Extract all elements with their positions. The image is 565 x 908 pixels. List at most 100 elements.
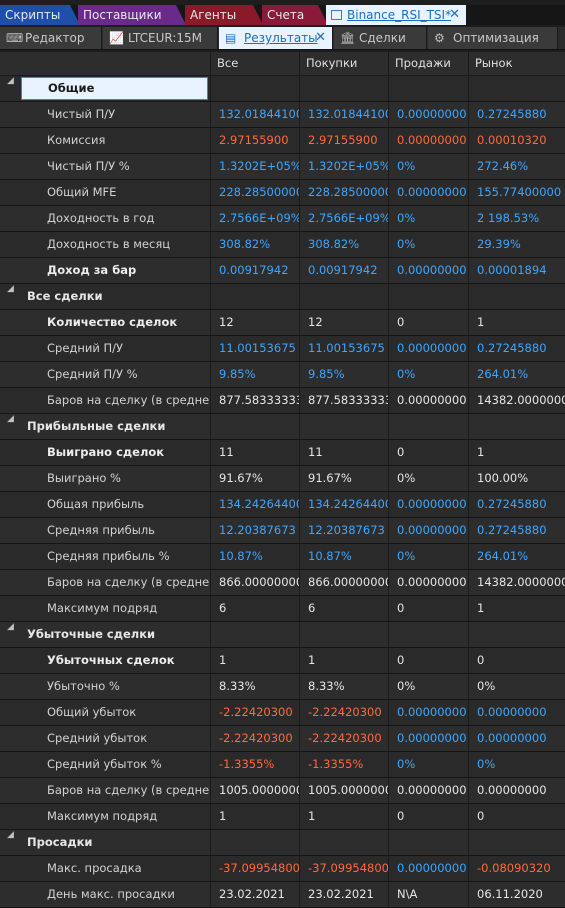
view-tab-0[interactable]: ⌨ Редактор (0, 27, 102, 49)
column-header[interactable]: Покупки (299, 52, 388, 75)
value-cell: 1 (468, 310, 565, 335)
value-cell (388, 622, 468, 647)
value-cell: 0% (468, 752, 565, 777)
value-cell: 8.33% (210, 674, 299, 699)
table-row[interactable]: Чистый П/У 132.01844100 132.01844100 0.0000… (0, 102, 565, 128)
value-cell: 0.00000000 (388, 778, 468, 803)
value-cell: 0 (388, 648, 468, 673)
value-cell: 134.24264400 (210, 492, 299, 517)
doc-tab-4[interactable]: Binance_RSI_TSI* ✕ (326, 5, 466, 25)
table-row[interactable]: Общая прибыль 134.24264400 134.24264400 0.0… (0, 492, 565, 518)
collapse-toggle-icon[interactable]: ◢ (7, 76, 14, 86)
table-row[interactable]: Убыточно % 8.33% 8.33% 0% 0% (0, 674, 565, 700)
close-icon[interactable]: ✕ (449, 5, 460, 25)
value-cell: 1.3202E+05% (299, 154, 388, 179)
doc-tab-0[interactable]: Скрипты (0, 5, 80, 25)
category-row[interactable]: ◢ Убыточные сделки (0, 622, 565, 648)
value-cell: 9.85% (299, 362, 388, 387)
table-row[interactable]: Средний убыток -2.22420300 -2.22420300 0.00… (0, 726, 565, 752)
close-icon[interactable]: ✕ (315, 27, 326, 49)
table-row[interactable]: Общий убыток -2.22420300 -2.22420300 0.0000… (0, 700, 565, 726)
view-tab-4[interactable]: ⚙ Оптимизация (428, 27, 558, 49)
table-row[interactable]: Доход за бар 0.00917942 0.00917942 0.000000… (0, 258, 565, 284)
table-row[interactable]: Баров на сделку (в среднем) 866.00000000 8… (0, 570, 565, 596)
view-tab-2[interactable]: ▤ Результаты ✕ (219, 27, 333, 49)
bank-icon: 🏛 (340, 31, 356, 45)
table-row[interactable]: Чистый П/У % 1.3202E+05% 1.3202E+05% 0% 272.… (0, 154, 565, 180)
table-row[interactable]: Доходность в год 2.7566E+09% 2.7566E+09% 0%… (0, 206, 565, 232)
value-cell: -2.22420300 (299, 700, 388, 725)
row-label: Баров на сделку (в среднем) (47, 393, 210, 407)
value-cell: 0.00000000 (388, 856, 468, 881)
view-tab-3[interactable]: 🏛 Сделки (334, 27, 427, 49)
value-cell: 1005.00000000 (299, 778, 388, 803)
value-cell: 29.39% (468, 232, 565, 257)
value-cell: 1 (210, 648, 299, 673)
category-row[interactable]: ◢ Просадки (0, 830, 565, 856)
table-row[interactable]: Баров на сделку (в среднем) 877.58333333 8… (0, 388, 565, 414)
doc-tab-3[interactable]: Счета (262, 5, 328, 25)
row-label: Общие (21, 77, 208, 100)
table-row[interactable]: Баров на сделку (в среднем)1005.00000000… (0, 778, 565, 804)
row-label: Общий MFE (47, 185, 117, 199)
value-cell: 11 (210, 440, 299, 465)
table-row[interactable]: Максимум подряд 6 6 0 1 (0, 596, 565, 622)
value-cell: 264.01% (468, 362, 565, 387)
view-tab-1[interactable]: 📈 LTCEUR:15M (103, 27, 218, 49)
table-row[interactable]: Максимум подряд 1 1 0 0 (0, 804, 565, 830)
value-cell (468, 414, 565, 439)
value-cell: 0.00000000 (388, 388, 468, 413)
value-cell: 0 (468, 648, 565, 673)
value-cell: 10.87% (299, 544, 388, 569)
value-cell: 0 (468, 804, 565, 829)
value-cell: 0.00000000 (468, 778, 565, 803)
row-label: Чистый П/У (47, 107, 116, 121)
value-cell: 0% (468, 674, 565, 699)
row-label: Убыточно % (47, 679, 120, 693)
table-row[interactable]: Средний убыток % -1.3355% -1.3355% 0% 0% (0, 752, 565, 778)
view-tab-label: LTCEUR:15M (128, 31, 203, 45)
category-row[interactable]: ◢ Все сделки (0, 284, 565, 310)
value-cell: 0% (388, 544, 468, 569)
value-cell: 877.58333333 (210, 388, 299, 413)
table-row[interactable]: Комиссия 2.97155900 2.97155900 0.00000000 0.… (0, 128, 565, 154)
table-row[interactable]: Средняя прибыль 12.20387673 12.20387673 0.0… (0, 518, 565, 544)
row-label: Средний П/У (47, 341, 124, 355)
column-header[interactable]: Продажи (388, 52, 468, 75)
value-cell: N\A (388, 882, 468, 907)
table-row[interactable]: Количество сделок 12 12 0 1 (0, 310, 565, 336)
value-cell: 0 (388, 310, 468, 335)
table-row[interactable]: Средний П/У 11.00153675 11.00153675 0.00000… (0, 336, 565, 362)
column-header[interactable]: Все (210, 52, 299, 75)
value-cell: 0.00000000 (468, 726, 565, 751)
table-row[interactable]: Выиграно сделок 11 11 0 1 (0, 440, 565, 466)
doc-tab-1[interactable]: Поставщики (78, 5, 186, 25)
table-row[interactable]: День макс. просадки 23.02.2021 23.02.2021 N… (0, 882, 565, 908)
doc-tab-label: Счета (267, 8, 305, 22)
doc-tab-2[interactable]: Агенты (185, 5, 263, 25)
table-row[interactable]: Выиграно % 91.67% 91.67% 0% 100.00% (0, 466, 565, 492)
doc-tab-label: Скрипты (5, 8, 61, 22)
value-cell (388, 414, 468, 439)
value-cell: -37.09954800 (210, 856, 299, 881)
view-tab-label: Оптимизация (453, 31, 539, 45)
category-row[interactable]: ◢ Общие (0, 76, 565, 102)
value-cell: 155.77400000 (468, 180, 565, 205)
row-label: Средний убыток % (47, 757, 162, 771)
row-label: Средний убыток (47, 731, 148, 745)
table-row[interactable]: Доходность в месяц 308.82% 308.82% 0% 29.39% (0, 232, 565, 258)
results-icon: ▤ (225, 31, 237, 45)
column-header[interactable]: Рынок (468, 52, 565, 75)
row-label: Средняя прибыль % (47, 549, 170, 563)
value-cell: 0.27245880 (468, 492, 565, 517)
table-row[interactable]: Средняя прибыль % 10.87% 10.87% 0% 264.01% (0, 544, 565, 570)
table-row[interactable]: Убыточных сделок 1 1 0 0 (0, 648, 565, 674)
table-row[interactable]: Макс. просадка -37.09954800 -37.09954800 0.… (0, 856, 565, 882)
row-label: Доход за бар (47, 263, 137, 277)
value-cell: 132.01844100 (210, 102, 299, 127)
table-row[interactable]: Средний П/У % 9.85% 9.85% 0% 264.01% (0, 362, 565, 388)
category-row[interactable]: ◢ Прибыльные сделки (0, 414, 565, 440)
script-file-icon (331, 10, 342, 20)
table-row[interactable]: Общий MFE 228.28500000 228.28500000 0.00000… (0, 180, 565, 206)
value-cell: 0.00000000 (388, 518, 468, 543)
